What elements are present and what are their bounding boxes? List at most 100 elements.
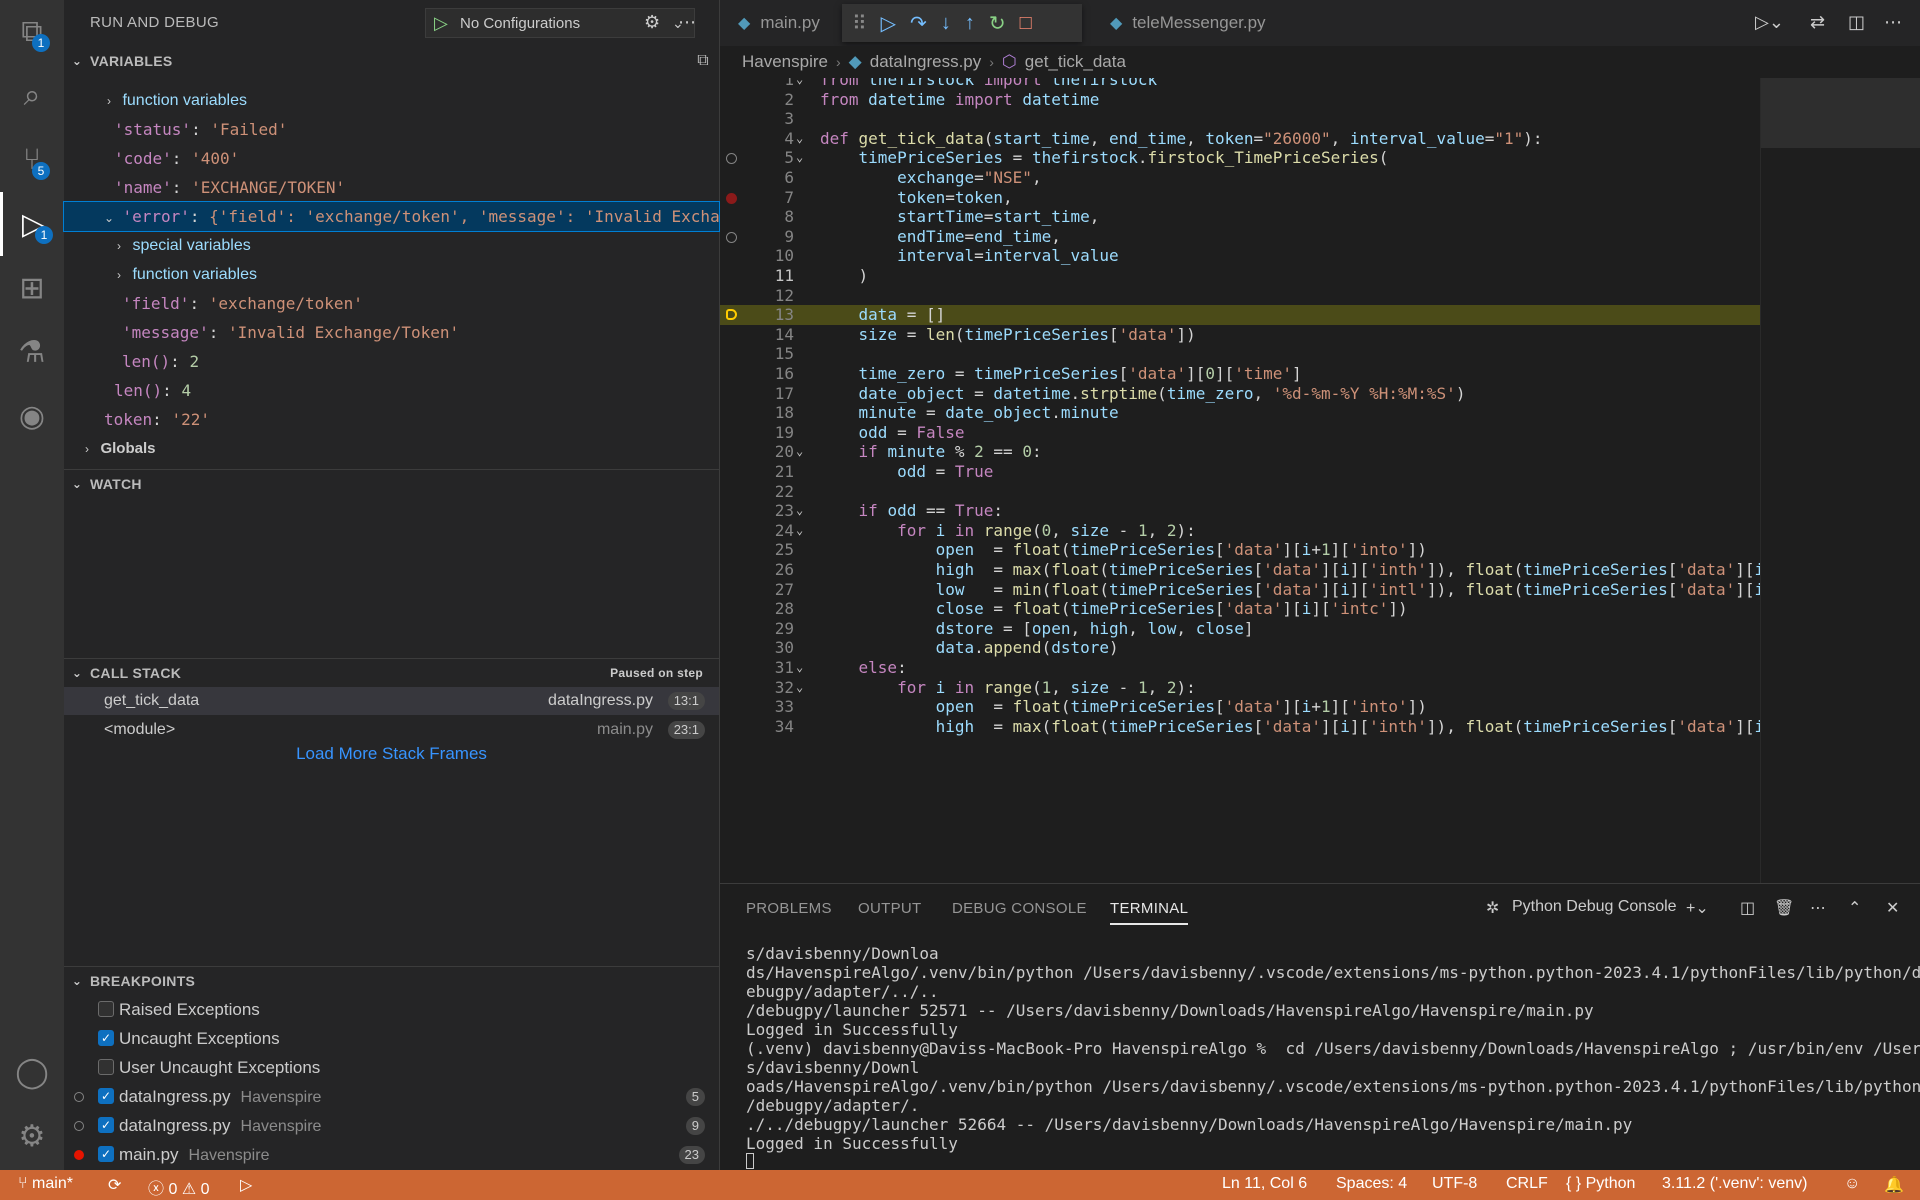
- activity-item[interactable]: ⑂ 5: [0, 128, 64, 192]
- code-line[interactable]: 1 ⌄ from thefirstock import thefirstock: [720, 78, 1760, 90]
- indentation[interactable]: Spaces: 4: [1336, 1175, 1407, 1193]
- code-line[interactable]: 28 close = float(timePriceSeries['data']…: [720, 599, 1760, 619]
- code-line[interactable]: 27 low = min(float(timePriceSeries['data…: [720, 580, 1760, 600]
- code-line[interactable]: 26 high = max(float(timePriceSeries['dat…: [720, 560, 1760, 580]
- code-line[interactable]: 14 size = len(timePriceSeries['data']): [720, 325, 1760, 345]
- code-line[interactable]: 30 data.append(dstore): [720, 638, 1760, 658]
- breakpoint-item[interactable]: ✓ dataIngress.py Havenspire 5: [64, 1082, 719, 1111]
- breakpoints-section-header[interactable]: ⌄ BREAKPOINTS: [64, 966, 719, 994]
- code-line[interactable]: 6 exchange="NSE",: [720, 168, 1760, 188]
- breakpoint-item[interactable]: Raised Exceptions: [64, 995, 719, 1024]
- code-line[interactable]: 12: [720, 286, 1760, 306]
- terminal-name[interactable]: Python Debug Console: [1512, 898, 1677, 916]
- split-terminal-icon[interactable]: ◫: [1740, 898, 1755, 918]
- code-line[interactable]: 23 ⌄ if odd == True:: [720, 501, 1760, 521]
- breadcrumb-file[interactable]: dataIngress.py: [870, 52, 982, 72]
- chevron-down-icon[interactable]: ⌄: [796, 129, 803, 149]
- code-line[interactable]: 16 time_zero = timePriceSeries['data'][0…: [720, 364, 1760, 384]
- code-line[interactable]: 32 ⌄ for i in range(1, size - 1, 2):: [720, 678, 1760, 698]
- cursor-position[interactable]: Ln 11, Col 6: [1222, 1175, 1307, 1193]
- accounts-icon[interactable]: ◯: [0, 1040, 64, 1104]
- debug-run-icon[interactable]: ▷: [240, 1175, 252, 1195]
- breakpoint-checkbox[interactable]: ✓: [98, 1146, 114, 1162]
- code-line[interactable]: 25 open = float(timePriceSeries['data'][…: [720, 540, 1760, 560]
- code-line[interactable]: 15: [720, 344, 1760, 364]
- breakpoint-checkbox[interactable]: ✓: [98, 1088, 114, 1104]
- variable-row[interactable]: 'code': '400': [64, 144, 719, 173]
- breadcrumb-folder[interactable]: Havenspire: [742, 52, 828, 72]
- variable-row[interactable]: › function variables: [64, 86, 719, 115]
- call-stack-section-header[interactable]: ⌄ CALL STACK Paused on step: [64, 658, 719, 686]
- close-panel-icon[interactable]: ✕: [1886, 898, 1899, 918]
- gear-icon[interactable]: ⚙: [644, 12, 660, 33]
- start-debugging-icon[interactable]: ▷: [434, 13, 460, 34]
- breakpoint-item[interactable]: ✓ main.py Havenspire 23: [64, 1140, 719, 1169]
- continue-icon[interactable]: ▷: [881, 11, 896, 36]
- code-line[interactable]: 9 endTime=end_time,: [720, 227, 1760, 247]
- step-over-icon[interactable]: ↷: [910, 11, 927, 36]
- tab-main-py[interactable]: ◆ main.py: [720, 0, 830, 46]
- code-line[interactable]: 11 ): [720, 266, 1760, 286]
- stop-icon[interactable]: □: [1020, 12, 1032, 35]
- load-more-stack-frames-link[interactable]: Load More Stack Frames: [64, 744, 719, 764]
- code-line[interactable]: 3: [720, 109, 1760, 129]
- code-line[interactable]: 31 ⌄ else:: [720, 658, 1760, 678]
- code-line[interactable]: 34 high = max(float(timePriceSeries['dat…: [720, 717, 1760, 737]
- breakpoint-item[interactable]: ✓ Uncaught Exceptions: [64, 1024, 719, 1053]
- breakpoint-checkbox[interactable]: [98, 1001, 114, 1017]
- trash-icon[interactable]: 🗑: [1774, 898, 1794, 918]
- more-actions-icon[interactable]: ⋯: [1810, 898, 1826, 918]
- breakpoint-dot-icon[interactable]: [726, 192, 737, 204]
- stack-frame[interactable]: get_tick_data dataIngress.py 13:1: [64, 687, 719, 715]
- minimap-slider[interactable]: [1761, 78, 1920, 148]
- breakpoint-checkbox[interactable]: [98, 1059, 114, 1075]
- problems-indicator[interactable]: ⓧ 0 ⚠ 0: [148, 1175, 210, 1199]
- breakpoint-item[interactable]: ✓ dataIngress.py Havenspire 9: [64, 1111, 719, 1140]
- breadcrumb-symbol[interactable]: get_tick_data: [1025, 52, 1126, 72]
- code-line[interactable]: 24 ⌄ for i in range(0, size - 1, 2):: [720, 521, 1760, 541]
- encoding[interactable]: UTF-8: [1432, 1175, 1477, 1193]
- stack-frame[interactable]: <module> main.py 23:1: [64, 716, 719, 744]
- minimap[interactable]: [1760, 78, 1920, 883]
- run-debug-icon[interactable]: ▷⌄: [1755, 12, 1784, 33]
- variables-section-header[interactable]: ⌄ VARIABLES ⧉: [64, 47, 719, 75]
- step-into-icon[interactable]: ↓: [941, 12, 951, 35]
- variable-row[interactable]: ⌄ 'error': {'field': 'exchange/token', '…: [63, 201, 720, 232]
- step-out-icon[interactable]: ↑: [965, 12, 975, 35]
- python-interpreter[interactable]: 3.11.2 ('.venv': venv): [1662, 1175, 1807, 1193]
- tab-debug-console[interactable]: DEBUG CONSOLE: [952, 900, 1087, 917]
- activity-item[interactable]: ⧉ 1: [0, 0, 64, 64]
- code-line[interactable]: 13 data = []: [720, 305, 1760, 325]
- variable-row[interactable]: len(): 4: [64, 376, 719, 405]
- restart-icon[interactable]: ↻: [989, 11, 1006, 36]
- watch-section-header[interactable]: ⌄ WATCH: [64, 469, 719, 497]
- tab-problems[interactable]: PROBLEMS: [746, 900, 832, 917]
- drag-handle-icon[interactable]: ⠿: [852, 11, 867, 36]
- code-line[interactable]: 19 odd = False: [720, 423, 1760, 443]
- breakpoint-item[interactable]: User Uncaught Exceptions: [64, 1053, 719, 1082]
- variable-row[interactable]: 'name': 'EXCHANGE/TOKEN': [64, 173, 719, 202]
- chevron-down-icon[interactable]: ⌄: [796, 442, 803, 462]
- compare-icon[interactable]: ⇄: [1810, 12, 1825, 33]
- tab-terminal[interactable]: TERMINAL: [1110, 900, 1189, 925]
- chevron-down-icon[interactable]: ⌄: [796, 658, 803, 678]
- more-actions-icon[interactable]: ⋯: [1884, 12, 1902, 33]
- chevron-down-icon[interactable]: ⌄: [796, 678, 803, 698]
- code-line[interactable]: 20 ⌄ if minute % 2 == 0:: [720, 442, 1760, 462]
- chevron-down-icon[interactable]: ⌄: [796, 148, 803, 168]
- variable-row[interactable]: 'field': 'exchange/token': [64, 289, 719, 318]
- code-line[interactable]: 10 interval=interval_value: [720, 246, 1760, 266]
- line-ending[interactable]: CRLF: [1506, 1175, 1548, 1193]
- activity-item[interactable]: ⌕: [0, 64, 64, 128]
- activity-item[interactable]: ⊞: [0, 256, 64, 320]
- branch-indicator[interactable]: ⑂ main*: [18, 1175, 73, 1193]
- code-line[interactable]: 7 token=token,: [720, 188, 1760, 208]
- activity-item[interactable]: ◉: [0, 384, 64, 448]
- maximize-panel-icon[interactable]: ⌃: [1848, 898, 1861, 918]
- collapse-all-icon[interactable]: ⧉: [697, 52, 709, 70]
- code-line[interactable]: 29 dstore = [open, high, low, close]: [720, 619, 1760, 639]
- code-editor[interactable]: 1 ⌄ from thefirstock import thefirstock 2 fr…: [720, 78, 1760, 883]
- variable-row[interactable]: › function variables: [64, 260, 719, 289]
- activity-item[interactable]: ▷ 1: [0, 192, 64, 256]
- code-line[interactable]: 21 odd = True: [720, 462, 1760, 482]
